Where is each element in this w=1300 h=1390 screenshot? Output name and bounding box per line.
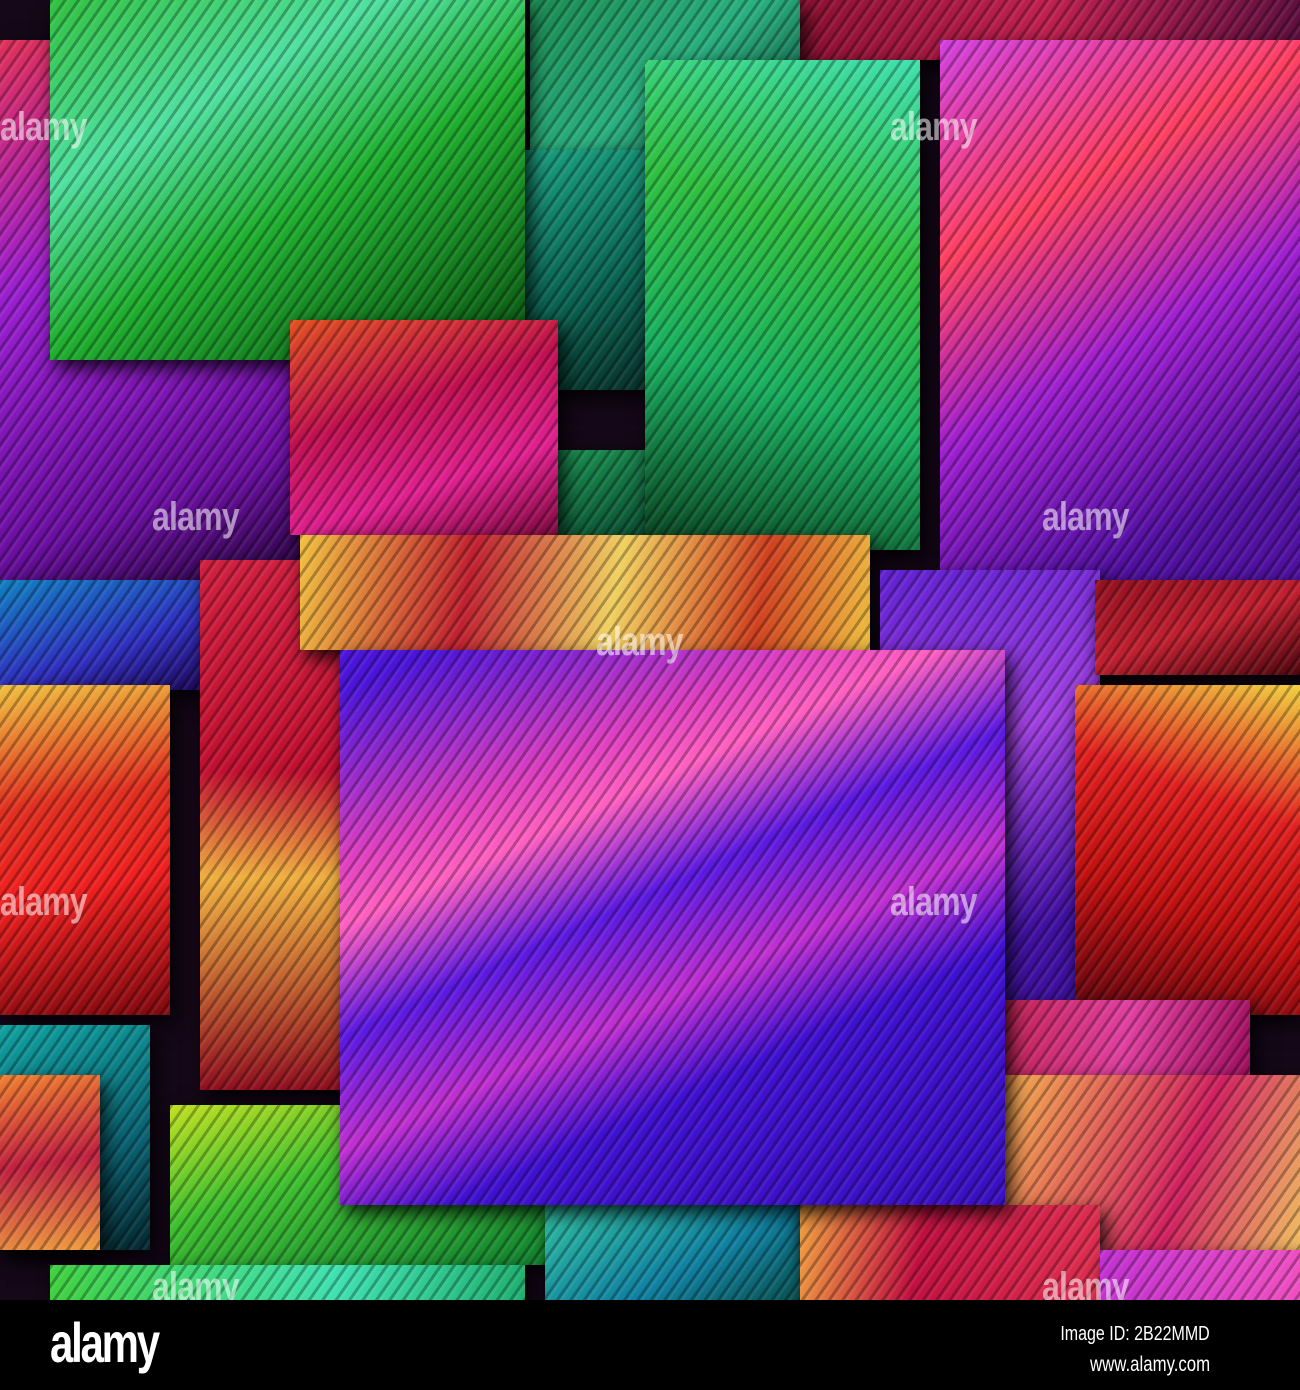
tile-pink-band — [1000, 1000, 1250, 1075]
footer-bar: alamy Image ID: 2B22MMD www.alamy.com — [0, 1300, 1300, 1390]
tile-orange-bottomleft — [0, 1075, 100, 1250]
tile-red-gold-right — [1075, 685, 1300, 1015]
tile-red-gold-left — [0, 685, 170, 1015]
tile-indigo-center — [340, 650, 1005, 1205]
watermark: alamy — [152, 1265, 240, 1300]
watermark: alamy — [596, 620, 684, 664]
abstract-fractal-artwork: alamy alamy alamy alamy alamy alamy alam… — [0, 0, 1300, 1300]
tile-magenta-bottom — [1100, 1250, 1300, 1300]
tile-blue-left — [0, 580, 200, 690]
watermark: alamy — [152, 495, 240, 539]
watermark: alamy — [890, 105, 978, 149]
watermark: alamy — [0, 105, 88, 149]
alamy-logo: alamy — [50, 1311, 160, 1374]
watermark: alamy — [0, 880, 88, 924]
website-link[interactable]: www.alamy.com — [1090, 1353, 1210, 1377]
watermark: alamy — [1042, 495, 1130, 539]
tile-red-orange — [290, 320, 558, 535]
tile-green-topleft — [50, 0, 525, 360]
tile-teal-bottom — [545, 1200, 805, 1300]
tile-green-center — [645, 60, 920, 550]
watermark: alamy — [890, 880, 978, 924]
image-id: Image ID: 2B22MMD — [1060, 1323, 1210, 1345]
tile-gold-band — [300, 535, 870, 650]
tile-green-bottom — [50, 1265, 525, 1300]
watermark: alamy — [1042, 1265, 1130, 1300]
tile-darkred-right — [1095, 580, 1300, 675]
